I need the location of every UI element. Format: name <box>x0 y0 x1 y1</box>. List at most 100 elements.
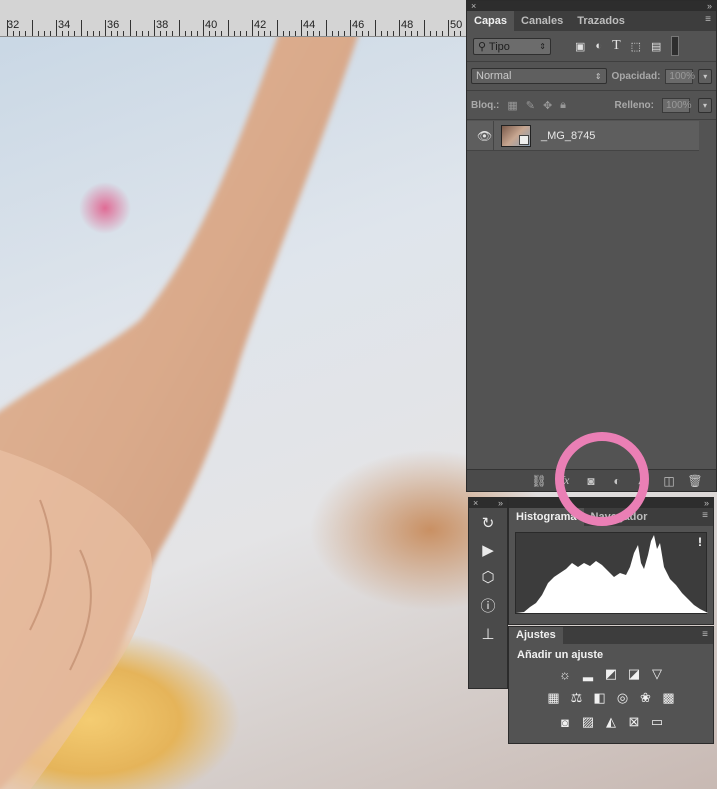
ruler-subtick <box>240 31 241 36</box>
actions-play-icon[interactable]: ▶ <box>482 541 494 559</box>
close-icon[interactable]: × <box>473 498 478 508</box>
opacity-field[interactable]: 100% <box>665 68 695 84</box>
layer-row[interactable]: 👁︎ _MG_8745 <box>467 121 699 151</box>
ruler-subtick <box>399 31 400 36</box>
link-icon[interactable]: ⛓︎ <box>531 474 546 488</box>
lock-paint-icon[interactable]: ✎ <box>526 99 535 112</box>
tab-capas[interactable]: Capas <box>467 11 515 31</box>
ruler-subtick <box>338 31 339 36</box>
ruler-subtick <box>13 31 14 36</box>
new-group-icon[interactable]: ▰ <box>636 474 650 488</box>
new-layer-icon[interactable]: ◫ <box>662 474 676 488</box>
ruler-subtick <box>56 31 57 36</box>
3d-icon[interactable]: ⬡ <box>481 568 494 586</box>
ruler-label: 42 <box>254 19 267 31</box>
brightness-icon[interactable]: ☼ <box>556 666 574 682</box>
eye-icon[interactable]: 👁︎ <box>477 129 492 143</box>
gradient-map-icon[interactable]: ▭ <box>648 714 666 730</box>
ruler-subtick <box>350 31 351 36</box>
clone-source-icon[interactable]: ⊥ <box>481 625 494 643</box>
ruler-subtick <box>332 31 333 36</box>
curves-icon[interactable]: ◩ <box>602 666 620 682</box>
close-icon[interactable]: × <box>471 1 476 11</box>
lock-position-icon[interactable]: ✥ <box>543 99 552 112</box>
invert-icon[interactable]: ◙ <box>556 714 574 730</box>
smart-object-filter-icon[interactable]: ▤ <box>651 40 661 53</box>
channel-mixer-icon[interactable]: ❀ <box>637 690 655 706</box>
history-icon[interactable]: ↻ <box>482 514 495 532</box>
color-balance-icon[interactable]: ⚖ <box>568 690 586 706</box>
ruler-subtick <box>44 31 45 36</box>
ruler-subtick <box>258 31 259 36</box>
ruler-subtick <box>62 31 63 36</box>
filter-toggle[interactable] <box>671 36 680 56</box>
histogram-graph: ! <box>515 532 708 614</box>
ruler-subtick <box>460 31 461 36</box>
panel-topbar: × » <box>467 1 716 11</box>
text-filter-icon[interactable]: T <box>612 38 621 54</box>
collapse-icon[interactable]: » <box>498 498 503 508</box>
add-mask-icon[interactable]: ◙ <box>584 474 598 488</box>
selective-color-icon[interactable]: ⊠ <box>625 714 643 730</box>
ruler-subtick <box>326 31 327 36</box>
exposure-icon[interactable]: ◪ <box>625 666 643 682</box>
layer-filter-select[interactable]: ⚲ Tipo ⇕ <box>473 37 551 55</box>
levels-icon[interactable]: ▂ <box>579 666 597 682</box>
shape-filter-icon[interactable]: ⬚ <box>631 40 641 53</box>
ruler-subtick <box>191 31 192 36</box>
layers-list: 👁︎ _MG_8745 <box>467 120 716 470</box>
search-icon: ⚲ <box>478 40 487 53</box>
hue-saturation-icon[interactable]: ▦ <box>545 690 563 706</box>
pixel-filter-icon[interactable]: ▣ <box>575 40 585 53</box>
ruler-subtick <box>148 31 149 36</box>
smart-object-icon <box>519 135 529 145</box>
collapse-icon[interactable]: » <box>707 1 712 11</box>
collapse-icon[interactable]: » <box>704 498 709 508</box>
ruler-subtick <box>25 31 26 36</box>
ruler-subtick <box>50 31 51 36</box>
tab-canales[interactable]: Canales <box>514 11 570 31</box>
ruler-subtick <box>166 31 167 36</box>
vibrance-icon[interactable]: ▽ <box>648 666 666 682</box>
info-icon[interactable]: ⓘ <box>480 595 495 616</box>
warning-icon[interactable]: ! <box>698 535 702 549</box>
new-adjustment-icon[interactable]: ◐ <box>610 474 624 488</box>
posterize-icon[interactable]: ▨ <box>579 714 597 730</box>
photo-filter-icon[interactable]: ◎ <box>614 690 632 706</box>
ruler-subtick <box>130 31 131 36</box>
layer-filter-row: ⚲ Tipo ⇕ ▣ ◐ T ⬚ ▤ <box>467 31 716 61</box>
ruler-subtick <box>221 31 222 36</box>
ruler-subtick <box>215 31 216 36</box>
tab-navegador[interactable]: Navegador <box>584 508 655 526</box>
tab-histograma[interactable]: Histograma <box>509 508 584 526</box>
ruler-subtick <box>252 31 253 36</box>
panel-menu-icon[interactable]: ≡ <box>700 11 716 31</box>
trash-icon[interactable]: 🗑︎ <box>687 474 702 488</box>
fill-field[interactable]: 100% <box>662 97 692 113</box>
color-lookup-icon[interactable]: ▩ <box>660 690 678 706</box>
horizontal-ruler: 32 34 36 38 40 42 44 46 48 50 <box>0 0 466 37</box>
chevron-down-icon: ⇕ <box>539 41 546 51</box>
lock-transparent-icon[interactable]: ▦ <box>507 99 517 112</box>
ruler-subtick <box>160 31 161 36</box>
lock-all-icon[interactable]: 🔒︎ <box>560 99 566 112</box>
blend-row: Normal ⇕ Opacidad: 100% ▾ <box>467 62 716 90</box>
panel-menu-icon[interactable]: ≡ <box>697 508 713 526</box>
ruler-subtick <box>295 31 296 36</box>
tools-strip: × » ↻ ▶ ⬡ ⓘ ⊥ <box>468 497 508 689</box>
ruler-label: 38 <box>156 19 169 31</box>
adjustment-filter-icon[interactable]: ◐ <box>595 40 602 52</box>
adjustments-panel: Ajustes ≡ Añadir un ajuste ☼ ▂ ◩ ◪ ▽ ▦ ⚖… <box>508 626 714 744</box>
tab-ajustes[interactable]: Ajustes <box>509 627 563 644</box>
fx-icon[interactable]: fx <box>558 473 572 488</box>
opacity-dropdown[interactable]: ▾ <box>698 68 712 84</box>
black-white-icon[interactable]: ◧ <box>591 690 609 706</box>
layer-name[interactable]: _MG_8745 <box>541 130 595 142</box>
fill-dropdown[interactable]: ▾ <box>698 97 712 113</box>
threshold-icon[interactable]: ◭ <box>602 714 620 730</box>
blend-mode-select[interactable]: Normal ⇕ <box>471 68 607 84</box>
ruler-subtick <box>442 31 443 36</box>
panel-menu-icon[interactable]: ≡ <box>697 627 713 644</box>
ruler-subtick <box>68 31 69 36</box>
tab-trazados[interactable]: Trazados <box>570 11 632 31</box>
